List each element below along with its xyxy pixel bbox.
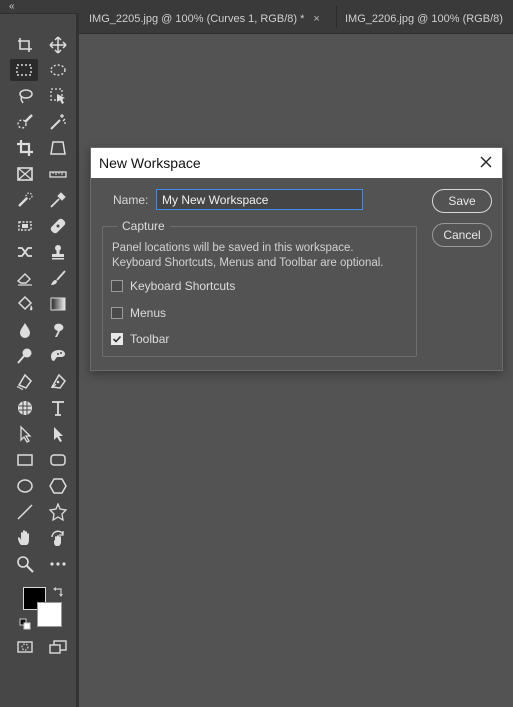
- rectangle-icon[interactable]: [12, 449, 38, 471]
- document-tab-bar: IMG_2205.jpg @ 100% (Curves 1, RGB/8) * …: [79, 0, 513, 34]
- description-line: Panel locations will be saved in this wo…: [112, 242, 354, 254]
- elliptical-marquee-icon[interactable]: [45, 59, 71, 81]
- more-tools-icon[interactable]: [45, 553, 71, 575]
- document-tab-img-2206[interactable]: IMG_2206.jpg @ 100% (RGB/8): [345, 7, 503, 31]
- workspace-name-input[interactable]: [156, 189, 363, 210]
- line-icon[interactable]: [12, 501, 38, 523]
- menus-checkbox[interactable]: [111, 307, 123, 319]
- artboard-icon[interactable]: [12, 34, 38, 56]
- lasso-icon[interactable]: [12, 85, 38, 107]
- magic-wand-icon[interactable]: [45, 111, 71, 133]
- dodge-icon[interactable]: [12, 345, 38, 367]
- background-color-swatch[interactable]: [37, 602, 62, 627]
- smudge-icon[interactable]: [45, 319, 71, 341]
- paint-bucket-icon[interactable]: [12, 293, 38, 315]
- name-label: Name:: [113, 193, 149, 207]
- type-icon[interactable]: [45, 397, 71, 419]
- tools-panel-header[interactable]: «: [0, 0, 79, 14]
- content-aware-move-icon[interactable]: [12, 241, 38, 263]
- eraser-icon[interactable]: [12, 267, 38, 289]
- object-selection-icon[interactable]: [45, 85, 71, 107]
- rotate-view-icon[interactable]: [45, 527, 71, 549]
- document-tab-img-2205[interactable]: IMG_2205.jpg @ 100% (Curves 1, RGB/8) * …: [89, 7, 320, 31]
- polygon-icon[interactable]: [45, 475, 71, 497]
- capture-description: Panel locations will be saved in this wo…: [112, 241, 417, 271]
- collapse-panel-icon[interactable]: «: [9, 1, 14, 13]
- clone-stamp-icon[interactable]: [45, 241, 71, 263]
- color-sampler-3d-icon[interactable]: [12, 397, 38, 419]
- rounded-rectangle-icon[interactable]: [45, 449, 71, 471]
- capture-legend: Capture: [117, 219, 170, 233]
- checkbox-label: Menus: [130, 306, 167, 320]
- brush-icon[interactable]: [45, 267, 71, 289]
- eyedropper-icon[interactable]: [45, 189, 71, 211]
- close-icon[interactable]: ×: [313, 13, 319, 25]
- ellipse-icon[interactable]: [12, 475, 38, 497]
- toolbar-checkbox[interactable]: [111, 333, 123, 345]
- save-button[interactable]: Save: [432, 189, 492, 213]
- blur-icon[interactable]: [12, 319, 38, 341]
- tab-label: IMG_2205.jpg @ 100% (Curves 1, RGB/8) *: [89, 13, 305, 25]
- crop-icon[interactable]: [12, 137, 38, 159]
- checkmark-icon: [112, 335, 122, 343]
- new-workspace-dialog: New Workspace Name: Capture Panel locati…: [90, 147, 503, 371]
- custom-shape-icon[interactable]: [45, 501, 71, 523]
- direct-selection-icon[interactable]: [12, 423, 38, 445]
- description-line: Keyboard Shortcuts, Menus and Toolbar ar…: [112, 257, 384, 269]
- zoom-icon[interactable]: [12, 553, 38, 575]
- quick-mask-icon[interactable]: [12, 636, 38, 658]
- spot-healing-icon[interactable]: [12, 189, 38, 211]
- move-icon[interactable]: [45, 34, 71, 56]
- healing-bandage-icon[interactable]: [45, 215, 71, 237]
- gradient-icon[interactable]: [45, 293, 71, 315]
- rectangular-marquee-icon[interactable]: [10, 59, 38, 81]
- perspective-crop-icon[interactable]: [45, 137, 71, 159]
- ruler-icon[interactable]: [45, 163, 71, 185]
- swap-colors-icon[interactable]: [53, 585, 65, 603]
- pen-icon[interactable]: [45, 371, 71, 393]
- tools-panel: «: [0, 0, 79, 707]
- photoshop-window: « IMG_2205.jpg @ 100% (Curves 1, RGB/8) …: [0, 0, 513, 707]
- frame-icon[interactable]: [12, 163, 38, 185]
- checkbox-label: Keyboard Shortcuts: [130, 279, 236, 293]
- freeform-pen-icon[interactable]: [12, 371, 38, 393]
- checkbox-label: Toolbar: [130, 332, 170, 346]
- cancel-button[interactable]: Cancel: [432, 223, 492, 247]
- pattern-stamp-icon[interactable]: [12, 215, 38, 237]
- keyboard-shortcuts-checkbox[interactable]: [111, 280, 123, 292]
- tab-label: IMG_2206.jpg @ 100% (RGB/8): [345, 13, 503, 25]
- keyboard-shortcuts-checkbox-row[interactable]: Keyboard Shortcuts: [111, 279, 235, 293]
- path-selection-icon[interactable]: [45, 423, 71, 445]
- default-colors-icon[interactable]: [19, 617, 31, 635]
- sponge-icon[interactable]: [45, 345, 71, 367]
- hand-icon[interactable]: [12, 527, 38, 549]
- toolbar-checkbox-row[interactable]: Toolbar: [111, 332, 169, 346]
- screen-mode-icon[interactable]: [45, 636, 71, 658]
- quick-selection-icon[interactable]: [12, 111, 38, 133]
- dialog-titlebar[interactable]: New Workspace: [91, 148, 502, 178]
- menus-checkbox-row[interactable]: Menus: [111, 306, 166, 320]
- tab-separator: [336, 6, 337, 28]
- close-icon[interactable]: [478, 154, 494, 170]
- dialog-title: New Workspace: [99, 155, 201, 171]
